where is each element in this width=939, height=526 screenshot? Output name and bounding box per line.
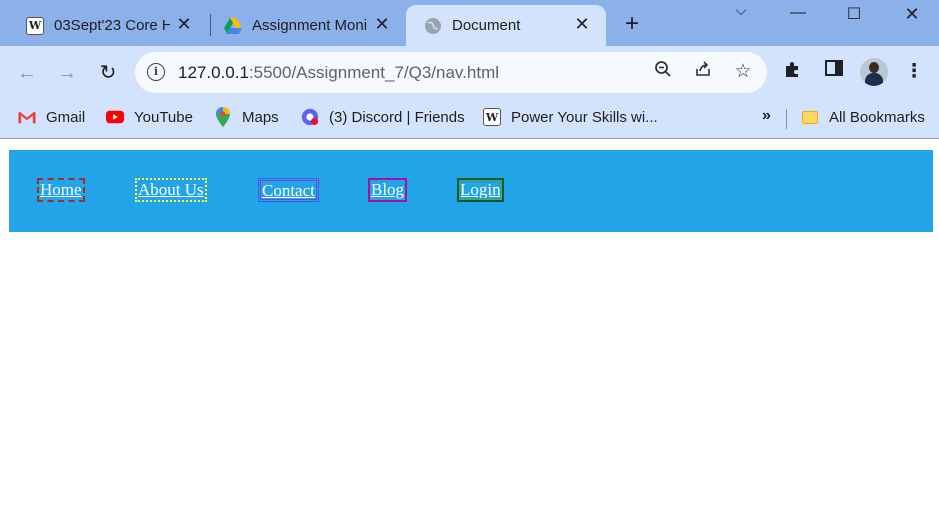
nav-link-login[interactable]: Login	[457, 178, 504, 202]
minimize-icon[interactable]: —	[783, 4, 813, 22]
tab-title: 03Sept'23 Core H	[54, 17, 170, 34]
site-info-icon[interactable]: i	[147, 63, 165, 81]
side-panel-icon[interactable]	[822, 60, 846, 82]
close-icon[interactable]: ✕	[372, 14, 392, 35]
nav-link-home[interactable]: Home	[37, 178, 85, 202]
forward-arrow-icon[interactable]: →	[54, 60, 80, 86]
nav-link-about-us[interactable]: About Us	[135, 178, 207, 202]
nav-bar: Home About Us Contact Blog Login	[9, 150, 933, 232]
browser-toolbar: ← → ↻ i 127.0.0.1:5500/Assignment_7/Q3/n…	[0, 46, 939, 100]
nav-link-blog[interactable]: Blog	[368, 178, 408, 202]
page-viewport: Home About Us Contact Blog Login	[0, 139, 939, 526]
all-bookmarks-folder[interactable]: All Bookmarks	[801, 108, 925, 126]
maps-icon	[214, 107, 232, 127]
menu-kebab-icon[interactable]: ⋮	[902, 60, 926, 83]
nav-link-contact[interactable]: Contact	[258, 178, 319, 202]
bookmarks-separator	[786, 109, 787, 129]
url-host: 127.0.0.1	[178, 63, 249, 82]
tab-title: Assignment Moni	[252, 17, 368, 34]
tab-assignment[interactable]: Assignment Moni ✕	[206, 5, 406, 46]
zoom-icon[interactable]	[651, 60, 675, 84]
google-drive-icon	[224, 17, 242, 35]
bookmark-maps[interactable]: Maps	[214, 107, 279, 127]
new-tab-button[interactable]: +	[620, 12, 644, 36]
bookmark-youtube[interactable]: YouTube	[106, 108, 193, 126]
bookmark-power-skills[interactable]: W Power Your Skills wi...	[483, 108, 658, 126]
globe-icon	[424, 17, 442, 35]
close-icon[interactable]: ✕	[572, 14, 592, 35]
youtube-icon	[106, 108, 124, 126]
bookmark-label: (3) Discord | Friends	[329, 108, 465, 126]
reload-icon[interactable]: ↻	[95, 60, 121, 86]
discord-icon	[301, 108, 319, 126]
url-text[interactable]: 127.0.0.1:5500/Assignment_7/Q3/nav.html	[178, 63, 499, 83]
folder-icon	[801, 108, 819, 126]
address-bar[interactable]: i 127.0.0.1:5500/Assignment_7/Q3/nav.htm…	[135, 52, 767, 93]
tab-core[interactable]: W 03Sept'23 Core H ✕	[8, 5, 208, 46]
w-icon: W	[483, 108, 501, 126]
tab-document[interactable]: Document ✕	[406, 5, 606, 46]
more-bookmarks-chevron-icon[interactable]: »	[762, 107, 771, 125]
extensions-puzzle-icon[interactable]	[781, 60, 805, 84]
close-icon[interactable]: ✕	[174, 14, 194, 35]
back-arrow-icon[interactable]: ←	[14, 60, 40, 86]
bookmark-discord[interactable]: (3) Discord | Friends	[301, 108, 465, 126]
bookmark-label: Gmail	[46, 108, 86, 126]
bookmark-label: Maps	[242, 108, 279, 126]
share-icon[interactable]	[691, 60, 715, 84]
bookmarks-bar: Gmail YouTube Maps (3) Discord | Friends…	[0, 100, 939, 139]
w-icon: W	[26, 16, 44, 35]
bookmark-label: Power Your Skills wi...	[511, 108, 658, 126]
tab-strip: W 03Sept'23 Core H ✕ Assignment Moni ✕ D…	[0, 0, 939, 46]
maximize-icon[interactable]: ☐	[839, 4, 869, 24]
url-path: :5500/Assignment_7/Q3/nav.html	[248, 63, 500, 82]
profile-avatar[interactable]	[860, 58, 888, 86]
bookmark-label: All Bookmarks	[829, 108, 925, 126]
gmail-icon	[18, 108, 36, 126]
bookmark-label: YouTube	[134, 108, 193, 126]
window-close-icon[interactable]: ✕	[897, 4, 927, 25]
bookmark-gmail[interactable]: Gmail	[18, 108, 85, 126]
tab-search-chevron-icon[interactable]: ⌵	[726, 2, 756, 19]
star-icon[interactable]: ☆	[731, 60, 755, 83]
tab-title: Document	[452, 17, 521, 34]
